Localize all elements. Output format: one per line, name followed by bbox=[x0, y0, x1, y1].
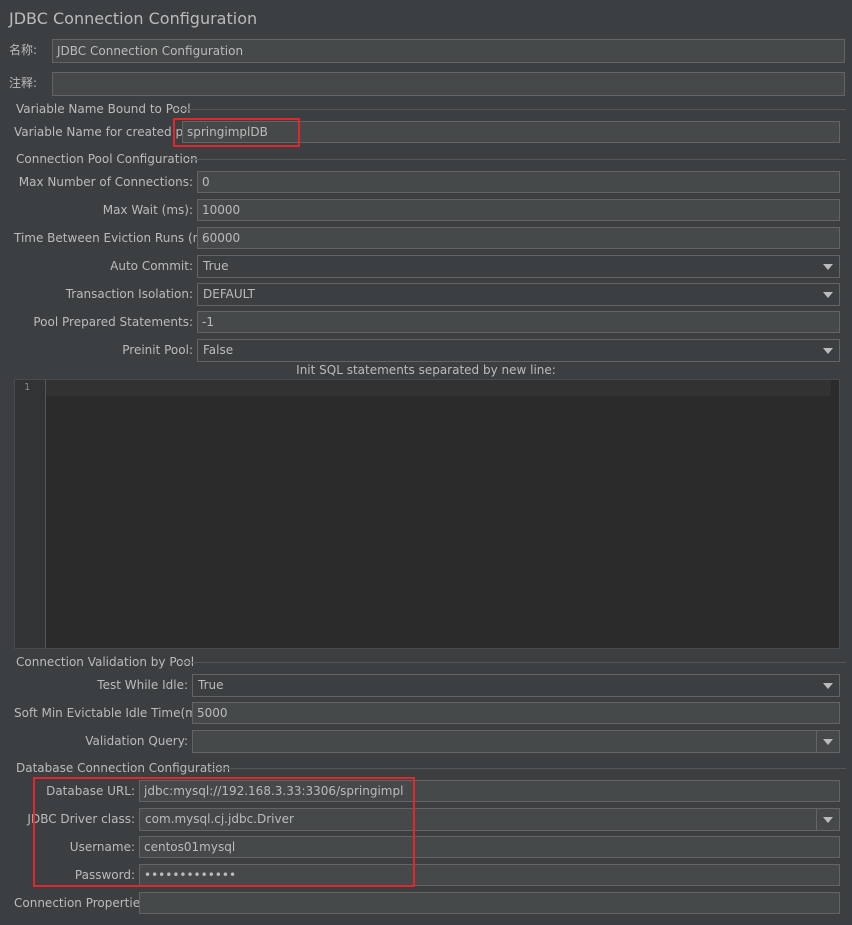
max-connections-label: Max Number of Connections: bbox=[18, 175, 193, 189]
group-pool-variable-title: Variable Name Bound to Pool bbox=[16, 102, 191, 116]
auto-commit-label: Auto Commit: bbox=[110, 259, 193, 273]
chevron-down-icon bbox=[823, 292, 833, 298]
chevron-down-icon bbox=[823, 739, 833, 745]
highlight-box-database bbox=[33, 777, 415, 887]
window-title: JDBC Connection Configuration bbox=[9, 9, 258, 28]
group-divider bbox=[188, 159, 846, 160]
soft-min-idle-input[interactable]: 5000 bbox=[192, 702, 840, 724]
init-sql-editor[interactable]: 1 bbox=[14, 379, 840, 649]
eviction-runs-label: Time Between Eviction Runs (ms): bbox=[14, 231, 220, 245]
prepared-statements-input[interactable]: -1 bbox=[197, 311, 840, 333]
connection-properties-label: Connection Properties: bbox=[14, 896, 151, 910]
group-pool-config-title: Connection Pool Configuration bbox=[16, 152, 198, 166]
group-database-title: Database Connection Configuration bbox=[16, 761, 231, 775]
preinit-pool-value: False bbox=[203, 343, 234, 357]
validation-query-label: Validation Query: bbox=[85, 734, 188, 748]
transaction-isolation-select[interactable]: DEFAULT bbox=[197, 283, 840, 306]
max-wait-label: Max Wait (ms): bbox=[102, 203, 193, 217]
comment-label: 注释: bbox=[9, 76, 38, 90]
group-validation-title: Connection Validation by Pool bbox=[16, 655, 195, 669]
combo-separator bbox=[816, 731, 817, 752]
current-line-highlight bbox=[46, 380, 831, 396]
line-number: 1 bbox=[24, 382, 31, 393]
connection-properties-input[interactable] bbox=[139, 892, 840, 914]
transaction-isolation-label: Transaction Isolation: bbox=[65, 287, 193, 301]
preinit-pool-select[interactable]: False bbox=[197, 339, 840, 362]
group-divider bbox=[210, 768, 846, 769]
max-wait-input[interactable]: 10000 bbox=[197, 199, 840, 221]
name-label: 名称: bbox=[9, 43, 38, 57]
validation-query-combo[interactable] bbox=[192, 730, 840, 753]
comment-field[interactable] bbox=[52, 72, 845, 96]
prepared-statements-label: Pool Prepared Statements: bbox=[33, 315, 193, 329]
group-divider bbox=[178, 109, 846, 110]
chevron-down-icon bbox=[823, 817, 833, 823]
chevron-down-icon bbox=[823, 683, 833, 689]
auto-commit-value: True bbox=[203, 259, 229, 273]
combo-separator bbox=[816, 809, 817, 830]
chevron-down-icon bbox=[823, 264, 833, 270]
test-while-idle-select[interactable]: True bbox=[192, 674, 840, 697]
editor-gutter: 1 bbox=[15, 380, 46, 648]
max-connections-input[interactable]: 0 bbox=[197, 171, 840, 193]
group-divider bbox=[180, 662, 846, 663]
soft-min-idle-label: Soft Min Evictable Idle Time(ms): bbox=[14, 706, 212, 720]
highlight-box-pool-variable bbox=[173, 118, 300, 147]
init-sql-label: Init SQL statements separated by new lin… bbox=[296, 363, 556, 377]
chevron-down-icon bbox=[823, 348, 833, 354]
eviction-runs-input[interactable]: 60000 bbox=[197, 227, 840, 249]
preinit-pool-label: Preinit Pool: bbox=[122, 343, 193, 357]
auto-commit-select[interactable]: True bbox=[197, 255, 840, 278]
test-while-idle-value: True bbox=[198, 678, 224, 692]
transaction-isolation-value: DEFAULT bbox=[203, 287, 255, 301]
name-field[interactable]: JDBC Connection Configuration bbox=[52, 39, 845, 63]
test-while-idle-label: Test While Idle: bbox=[97, 678, 188, 692]
